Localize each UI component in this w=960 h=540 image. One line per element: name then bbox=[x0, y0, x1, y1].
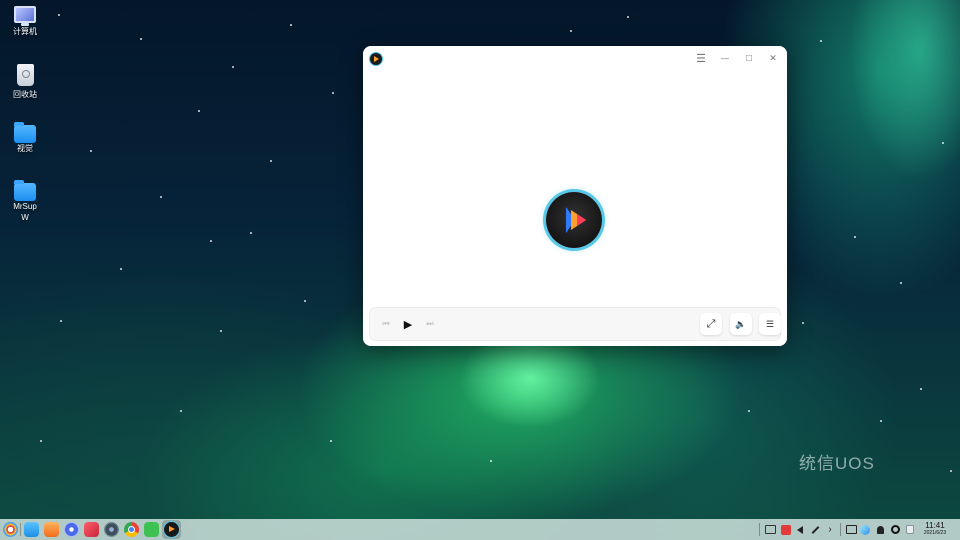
uos-watermark: 统信UOS bbox=[799, 454, 875, 473]
trash-tray-icon[interactable] bbox=[904, 523, 916, 536]
video-area[interactable] bbox=[363, 71, 787, 346]
app-store-icon[interactable] bbox=[44, 522, 59, 537]
clock-time: 11:41 bbox=[925, 521, 945, 530]
screenshot-tray-icon[interactable] bbox=[780, 523, 792, 536]
desktop-icon-label: MrSup W bbox=[13, 202, 37, 222]
playlist-button[interactable]: ☰ bbox=[759, 313, 781, 335]
maximize-button[interactable]: □ bbox=[737, 47, 761, 71]
wechat-icon[interactable] bbox=[144, 522, 159, 537]
titlebar: ☰ — □ ✕ bbox=[363, 46, 787, 72]
movie-player-window: ☰ — □ ✕ ⏮ ▶ ⏭ ⤢ 🔈 ☰ bbox=[363, 46, 787, 346]
desktop-icon-label: 视觉 bbox=[17, 144, 33, 153]
desktop-rect bbox=[764, 525, 776, 534]
taskbar-divider bbox=[840, 523, 841, 536]
pen-glyph bbox=[811, 525, 819, 534]
settings-icon[interactable] bbox=[64, 522, 79, 537]
keyboard-glyph bbox=[845, 525, 857, 534]
play-button[interactable]: ▶ bbox=[399, 315, 417, 333]
taskbar-divider bbox=[759, 523, 760, 536]
power-glyph bbox=[890, 525, 900, 534]
clock[interactable]: 11:41 2021/6/23 bbox=[916, 521, 954, 537]
movie-player-center-logo bbox=[546, 192, 602, 248]
fullscreen-button[interactable]: ⤢ bbox=[700, 313, 722, 335]
launcher-icon[interactable] bbox=[3, 522, 18, 537]
clock-date: 2021/6/23 bbox=[923, 530, 947, 536]
chrome-icon[interactable] bbox=[124, 522, 139, 537]
camera-icon[interactable] bbox=[104, 522, 119, 537]
movie-player-icon bbox=[164, 522, 179, 537]
network-icon[interactable] bbox=[859, 523, 871, 536]
screenshot-badge bbox=[781, 524, 791, 535]
movie-player-logo-icon bbox=[370, 52, 382, 65]
folder-icon bbox=[14, 180, 36, 201]
expand-icon[interactable]: › bbox=[824, 523, 836, 536]
power-icon[interactable] bbox=[889, 523, 901, 536]
desktop-icon-folder-mrsupw[interactable]: MrSup W bbox=[0, 180, 50, 223]
volume-icon[interactable] bbox=[794, 523, 806, 536]
desktop-icon-label: 回收站 bbox=[13, 90, 37, 99]
desktop-icon-folder-shijue[interactable]: 视觉 bbox=[0, 122, 50, 154]
volume-button[interactable]: 🔈 bbox=[730, 313, 752, 335]
active-app-highlight[interactable] bbox=[162, 520, 181, 539]
play-triangle bbox=[169, 526, 175, 532]
previous-button[interactable]: ⏮ bbox=[378, 316, 394, 332]
next-button[interactable]: ⏭ bbox=[422, 316, 438, 332]
keyboard-icon[interactable] bbox=[845, 523, 857, 536]
taskbar: › 11:41 2021/6/23 bbox=[0, 519, 960, 540]
file-manager-icon[interactable] bbox=[24, 522, 39, 537]
bell-glyph bbox=[876, 525, 884, 534]
trash-icon bbox=[16, 64, 34, 86]
screen-recorder-icon[interactable] bbox=[84, 522, 99, 537]
desktop-icon-trash[interactable]: 回收站 bbox=[0, 64, 50, 100]
trash-glyph bbox=[906, 525, 914, 534]
folder-icon bbox=[14, 122, 36, 143]
notification-icon[interactable] bbox=[874, 523, 886, 536]
desktop-icon-computer[interactable]: 计算机 bbox=[0, 6, 50, 37]
playback-control-bar: ⏮ ▶ ⏭ ⤢ 🔈 ☰ bbox=[369, 307, 781, 341]
show-desktop-icon[interactable] bbox=[764, 523, 776, 536]
network-glyph bbox=[860, 524, 870, 535]
taskbar-divider bbox=[20, 523, 21, 536]
chrome-center bbox=[128, 526, 135, 533]
desktop-icon-label: 计算机 bbox=[13, 27, 37, 36]
close-button[interactable]: ✕ bbox=[761, 47, 785, 71]
minimize-button[interactable]: — bbox=[713, 47, 737, 71]
speaker-glyph bbox=[797, 525, 803, 534]
menu-button[interactable]: ☰ bbox=[689, 47, 713, 71]
play-logo-icon bbox=[566, 207, 586, 233]
pen-icon[interactable] bbox=[809, 523, 821, 536]
computer-icon bbox=[14, 6, 36, 26]
